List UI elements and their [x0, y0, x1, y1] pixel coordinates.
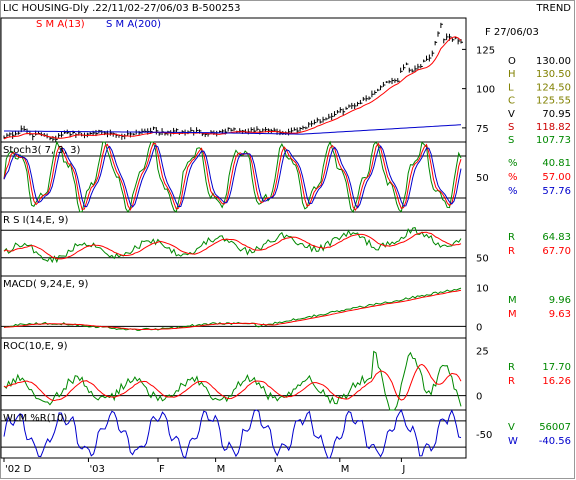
price-value-3: 125.55 [536, 96, 571, 107]
value-macd-0: 9.96 [549, 295, 571, 306]
panel-label-roc: ROC(10,E, 9) [3, 341, 68, 352]
panel-frame-roc [0, 337, 467, 411]
date-label: F 27/06/03 [485, 27, 539, 38]
value-stochastic-1: 57.00 [542, 172, 571, 183]
rsi-signal-line [3, 231, 462, 260]
value-label-williams-1: W [508, 436, 518, 447]
x-tick-label-2: F [159, 464, 165, 475]
value-macd-1: 9.63 [549, 309, 571, 320]
price-bars [3, 22, 463, 142]
legend-sma200: S M A(200) [106, 19, 161, 30]
tick-label-williams: -50 [476, 430, 492, 441]
value-stochastic-2: 57.76 [542, 186, 571, 197]
x-tick-label-6: J [401, 464, 405, 475]
chart-window: LIC HOUSING-Dly .22/11/02-27/06/03 B-500… [0, 0, 576, 480]
value-label-stochastic-1: % [508, 172, 518, 183]
price-value-2: 124.50 [536, 82, 571, 93]
value-label-macd-1: M [508, 309, 517, 320]
value-label-stochastic-0: % [508, 158, 518, 169]
tick-label-roc: 25 [476, 347, 489, 358]
price-value-4: 70.95 [542, 109, 571, 120]
price-value-label-2: L [508, 82, 514, 93]
price-tick-label: 125 [476, 45, 495, 56]
price-value-5: 118.82 [536, 122, 571, 133]
panel-label-stochastic: Stoch3( 7, 3, 3) [3, 145, 80, 156]
price-value-0: 130.00 [536, 56, 571, 67]
value-rsi-1: 67.70 [542, 246, 571, 257]
value-label-roc-0: R [508, 362, 515, 373]
price-value-label-6: S [508, 135, 514, 146]
technical-chart: LIC HOUSING-Dly .22/11/02-27/06/03 B-500… [0, 0, 575, 479]
price-tick-label: 100 [476, 85, 495, 96]
value-roc-1: 16.26 [542, 376, 571, 387]
value-label-macd-0: M [508, 295, 517, 306]
chart-title: LIC HOUSING-Dly .22/11/02-27/06/03 B-500… [3, 3, 241, 14]
x-tick-label-3: M [217, 464, 226, 475]
value-label-rsi-0: R [508, 232, 515, 243]
value-williams-1: -40.56 [539, 436, 571, 447]
tick-label-macd: 10 [476, 284, 489, 295]
value-roc-0: 17.70 [542, 362, 571, 373]
price-value-label-4: V [508, 109, 515, 120]
price-value-label-1: H [508, 69, 516, 80]
panel-frame-price [0, 17, 467, 143]
panel-label-rsi: R S I(14,E, 9) [3, 215, 68, 226]
value-label-rsi-1: R [508, 246, 515, 257]
panel-label-williams: WLM %R(10) [3, 413, 67, 424]
tick-label-macd: 0 [476, 322, 482, 333]
value-label-williams-0: V [508, 422, 515, 433]
value-stochastic-0: 40.81 [542, 158, 571, 169]
x-tick-label-4: A [276, 464, 283, 475]
panel-label-macd: MACD( 9,24,E, 9) [3, 279, 89, 290]
macd-signal-line [3, 289, 462, 331]
williams-line [3, 408, 462, 459]
legend-sma13: S M A(13) [36, 19, 85, 30]
price-value-label-0: O [508, 56, 516, 67]
tick-label-rsi: 50 [476, 254, 489, 265]
x-tick-label-0: '02 D [5, 464, 32, 475]
panel-frame-rsi [0, 211, 467, 277]
outer-frame [0, 0, 575, 479]
price-tick-label: 75 [476, 124, 489, 135]
value-label-stochastic-2: % [508, 186, 518, 197]
price-value-label-5: S [508, 122, 514, 133]
trend-label: TREND [535, 3, 571, 14]
tick-label-roc: 0 [476, 392, 482, 403]
value-williams-0: 56007 [539, 422, 571, 433]
value-rsi-0: 64.83 [542, 232, 571, 243]
price-value-1: 130.50 [536, 69, 571, 80]
value-label-roc-1: R [508, 376, 515, 387]
price-value-6: 107.73 [536, 135, 571, 146]
x-tick-label-1: '03 [89, 464, 104, 475]
rsi-line [3, 227, 462, 264]
x-tick-label-5: M [341, 464, 350, 475]
price-value-label-3: C [508, 96, 515, 107]
roc-line [3, 350, 462, 411]
sma13-line [3, 36, 462, 140]
tick-label-stochastic: 50 [476, 173, 489, 184]
